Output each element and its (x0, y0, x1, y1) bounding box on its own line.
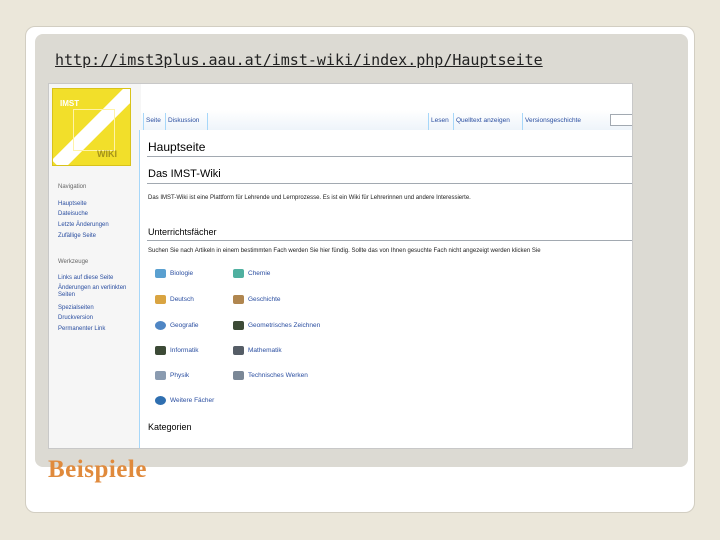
book-icon (155, 295, 166, 304)
calculator-icon (233, 346, 244, 355)
tab-separator (428, 113, 429, 130)
sidebar-item-zufaellige-seite[interactable]: Zufällige Seite (58, 233, 140, 240)
tab-diskussion[interactable]: Diskussion (168, 117, 199, 124)
biology-icon (155, 269, 166, 278)
subject-link-technisches-werken[interactable]: Technisches Werken (233, 371, 308, 380)
subject-link-biologie[interactable]: Biologie (155, 269, 193, 278)
wiki-heading: Das IMST-Wiki (148, 168, 221, 180)
subject-link-chemie[interactable]: Chemie (233, 269, 270, 278)
logo-text-wiki: WIKI (97, 149, 117, 159)
sidebar-item-verlinkte-aenderungen[interactable]: Änderungen an verlinkten Seiten (58, 285, 140, 299)
history-icon (233, 295, 244, 304)
sidebar-item-spezialseiten[interactable]: Spezialseiten (58, 305, 140, 312)
tab-separator (143, 113, 144, 130)
tools-icon (233, 371, 244, 380)
wiki-content: Hauptseite Das IMST-Wiki Das IMST-Wiki i… (139, 130, 632, 448)
section-hint-text: Suchen Sie nach Artikeln in einem bestim… (148, 248, 541, 254)
info-icon (155, 396, 166, 405)
sidebar-item-letzte-aenderungen[interactable]: Letzte Änderungen (58, 222, 140, 229)
wiki-screenshot: IMST WIKI Navigation Hauptseite Dateisuc… (48, 83, 633, 449)
sidebar-heading-werkzeuge: Werkzeuge (58, 259, 89, 265)
tab-seite[interactable]: Seite (146, 117, 161, 124)
tab-versionsgeschichte[interactable]: Versionsgeschichte (525, 117, 581, 124)
sidebar-item-links-auf-seite[interactable]: Links auf diese Seite (58, 275, 140, 282)
subject-link-deutsch[interactable]: Deutsch (155, 295, 194, 304)
subject-link-geschichte[interactable]: Geschichte (233, 295, 281, 304)
drawing-icon (233, 321, 244, 330)
sidebar-heading-navigation: Navigation (58, 184, 87, 190)
wiki-url-link[interactable]: http://imst3plus.aau.at/imst-wiki/index.… (55, 51, 543, 69)
chemistry-icon (233, 269, 244, 278)
section-heading-unterrichtsfaecher: Unterrichtsfächer (148, 227, 217, 237)
computer-icon (155, 346, 166, 355)
globe-icon (155, 321, 166, 330)
intro-text: Das IMST-Wiki ist eine Plattform für Leh… (148, 195, 471, 201)
tab-separator (207, 113, 208, 130)
subject-link-physik[interactable]: Physik (155, 371, 189, 380)
logo-frame (73, 109, 115, 151)
page-title: Hauptseite (148, 140, 206, 154)
subject-link-geografie[interactable]: Geografie (155, 321, 199, 330)
wiki-sidebar: IMST WIKI Navigation Hauptseite Dateisuc… (49, 84, 141, 448)
subject-link-weitere-faecher[interactable]: Weitere Fächer (155, 396, 214, 405)
wiki-search-input[interactable] (610, 114, 632, 126)
sidebar-item-permanenter-link[interactable]: Permanenter Link (58, 326, 140, 333)
divider (147, 183, 632, 184)
physics-icon (155, 371, 166, 380)
divider (147, 240, 632, 241)
subject-link-geometrisches-zeichnen[interactable]: Geometrisches Zeichnen (233, 321, 320, 330)
sidebar-item-hauptseite[interactable]: Hauptseite (58, 201, 140, 208)
tab-separator (522, 113, 523, 130)
logo-text-imst: IMST (60, 99, 80, 108)
slide-title: Beispiele (48, 456, 147, 483)
categories-heading: Kategorien (148, 422, 192, 432)
tab-separator (165, 113, 166, 130)
tab-quelltext[interactable]: Quelltext anzeigen (456, 117, 510, 124)
sidebar-item-druckversion[interactable]: Druckversion (58, 315, 140, 322)
sidebar-item-dateisuche[interactable]: Dateisuche (58, 211, 140, 218)
wiki-tab-bar: Seite Diskussion Lesen Quelltext anzeige… (141, 110, 632, 131)
tab-separator (453, 113, 454, 130)
divider (147, 156, 632, 157)
imst-wiki-logo[interactable]: IMST WIKI (52, 88, 131, 166)
tab-lesen[interactable]: Lesen (431, 117, 449, 124)
subject-link-mathematik[interactable]: Mathematik (233, 346, 282, 355)
subject-link-informatik[interactable]: Informatik (155, 346, 199, 355)
